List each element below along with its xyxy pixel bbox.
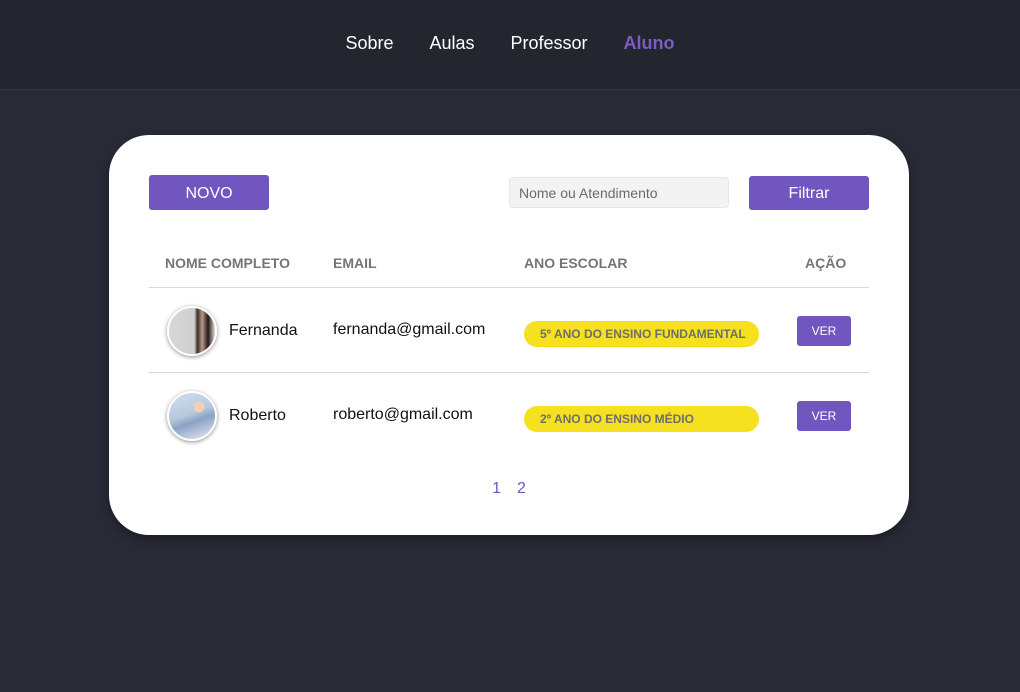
student-name: Roberto (229, 407, 286, 424)
top-navbar: Sobre Aulas Professor Aluno (0, 0, 1020, 90)
column-header-name: NOME COMPLETO (165, 255, 290, 271)
new-student-button[interactable]: NOVO (149, 175, 269, 210)
student-email: roberto@gmail.com (333, 406, 473, 423)
table-row: Fernanda fernanda@gmail.com 5º ANO DO EN… (149, 288, 869, 372)
student-email: fernanda@gmail.com (333, 321, 486, 338)
nav-link-aluno[interactable]: Aluno (624, 31, 675, 55)
filter-button[interactable]: Filtrar (749, 176, 869, 210)
nav-link-aulas[interactable]: Aulas (429, 31, 474, 55)
page-link-1[interactable]: 1 (492, 480, 501, 498)
search-input[interactable] (509, 177, 729, 208)
grade-badge: 2º ANO DO ENSINO MÉDIO (524, 406, 759, 432)
nav-link-sobre[interactable]: Sobre (345, 31, 393, 55)
column-header-email: EMAIL (333, 255, 377, 271)
students-card: NOVO Filtrar NOME COMPLETO EMAIL ANO ESC… (109, 135, 909, 535)
grade-badge: 5º ANO DO ENSINO FUNDAMENTAL (524, 321, 759, 347)
avatar (167, 391, 217, 441)
column-header-action: AÇÃO (805, 255, 847, 271)
table-row: Roberto roberto@gmail.com 2º ANO DO ENSI… (149, 373, 869, 457)
avatar (167, 306, 217, 356)
pagination: 1 2 (109, 480, 909, 498)
main-nav: Sobre Aulas Professor Aluno (0, 31, 1020, 55)
view-button[interactable]: VER (797, 401, 851, 431)
student-name: Fernanda (229, 322, 298, 339)
page-link-2[interactable]: 2 (517, 480, 526, 498)
nav-link-professor[interactable]: Professor (511, 31, 588, 55)
view-button[interactable]: VER (797, 316, 851, 346)
column-header-grade: ANO ESCOLAR (524, 255, 628, 271)
